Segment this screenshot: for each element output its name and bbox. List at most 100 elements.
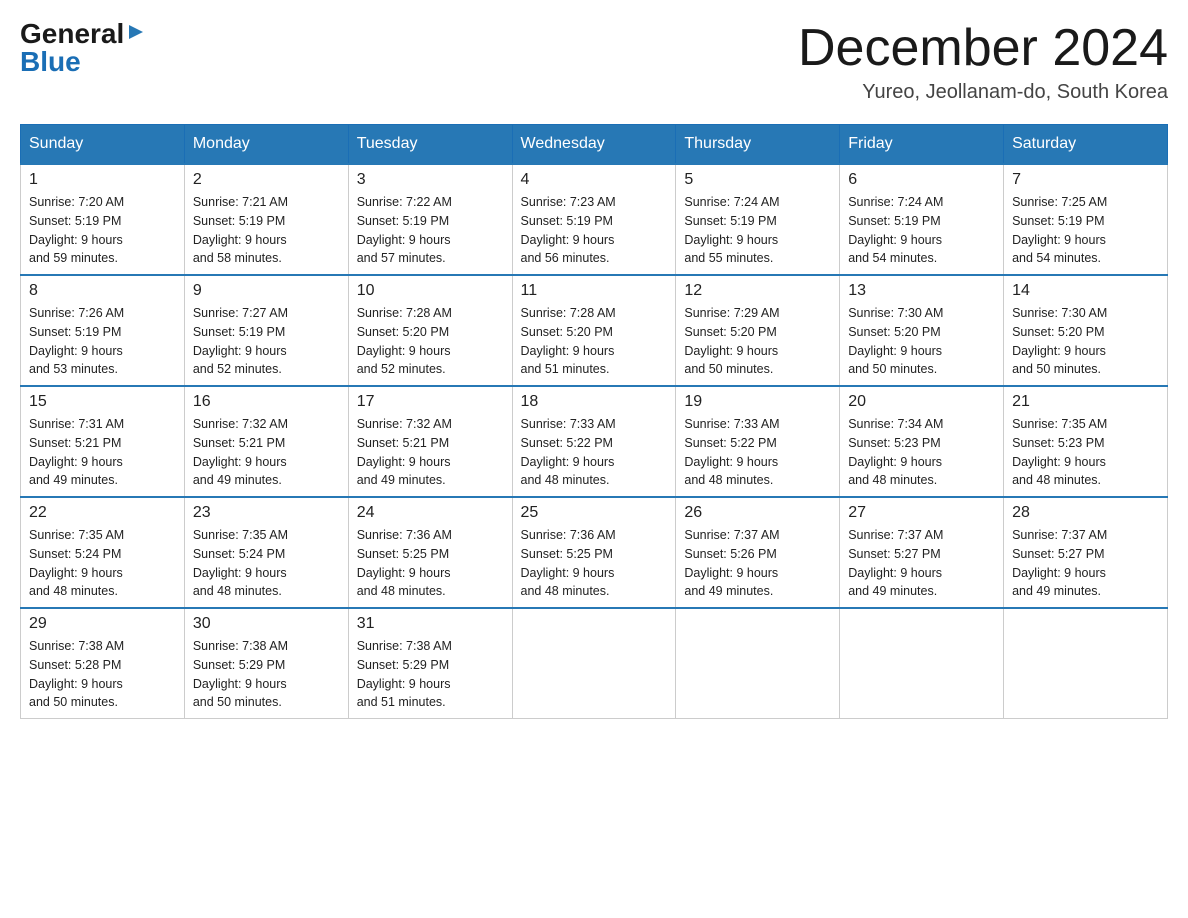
calendar-cell: 17 Sunrise: 7:32 AMSunset: 5:21 PMDaylig… bbox=[348, 386, 512, 497]
day-number: 18 bbox=[521, 393, 668, 411]
calendar-cell: 19 Sunrise: 7:33 AMSunset: 5:22 PMDaylig… bbox=[676, 386, 840, 497]
calendar-cell: 3 Sunrise: 7:22 AMSunset: 5:19 PMDayligh… bbox=[348, 164, 512, 275]
day-info: Sunrise: 7:38 AMSunset: 5:29 PMDaylight:… bbox=[193, 639, 288, 709]
calendar-cell: 24 Sunrise: 7:36 AMSunset: 5:25 PMDaylig… bbox=[348, 497, 512, 608]
day-info: Sunrise: 7:31 AMSunset: 5:21 PMDaylight:… bbox=[29, 417, 124, 487]
calendar-cell: 29 Sunrise: 7:38 AMSunset: 5:28 PMDaylig… bbox=[21, 608, 185, 719]
day-number: 2 bbox=[193, 171, 340, 189]
calendar-body: 1 Sunrise: 7:20 AMSunset: 5:19 PMDayligh… bbox=[21, 164, 1168, 719]
calendar-cell: 21 Sunrise: 7:35 AMSunset: 5:23 PMDaylig… bbox=[1004, 386, 1168, 497]
day-number: 3 bbox=[357, 171, 504, 189]
logo-general-text: General bbox=[20, 20, 124, 48]
calendar-cell: 4 Sunrise: 7:23 AMSunset: 5:19 PMDayligh… bbox=[512, 164, 676, 275]
week-row-2: 8 Sunrise: 7:26 AMSunset: 5:19 PMDayligh… bbox=[21, 275, 1168, 386]
day-number: 17 bbox=[357, 393, 504, 411]
calendar-cell: 22 Sunrise: 7:35 AMSunset: 5:24 PMDaylig… bbox=[21, 497, 185, 608]
day-info: Sunrise: 7:28 AMSunset: 5:20 PMDaylight:… bbox=[357, 306, 452, 376]
day-info: Sunrise: 7:21 AMSunset: 5:19 PMDaylight:… bbox=[193, 195, 288, 265]
calendar-cell: 14 Sunrise: 7:30 AMSunset: 5:20 PMDaylig… bbox=[1004, 275, 1168, 386]
day-info: Sunrise: 7:32 AMSunset: 5:21 PMDaylight:… bbox=[357, 417, 452, 487]
day-info: Sunrise: 7:33 AMSunset: 5:22 PMDaylight:… bbox=[521, 417, 616, 487]
day-number: 9 bbox=[193, 282, 340, 300]
day-info: Sunrise: 7:32 AMSunset: 5:21 PMDaylight:… bbox=[193, 417, 288, 487]
day-number: 24 bbox=[357, 504, 504, 522]
day-number: 26 bbox=[684, 504, 831, 522]
calendar-cell: 27 Sunrise: 7:37 AMSunset: 5:27 PMDaylig… bbox=[840, 497, 1004, 608]
day-number: 31 bbox=[357, 615, 504, 633]
header-wednesday: Wednesday bbox=[512, 125, 676, 165]
week-row-1: 1 Sunrise: 7:20 AMSunset: 5:19 PMDayligh… bbox=[21, 164, 1168, 275]
weekday-header-row: Sunday Monday Tuesday Wednesday Thursday… bbox=[21, 125, 1168, 165]
day-info: Sunrise: 7:36 AMSunset: 5:25 PMDaylight:… bbox=[357, 528, 452, 598]
day-info: Sunrise: 7:27 AMSunset: 5:19 PMDaylight:… bbox=[193, 306, 288, 376]
day-number: 10 bbox=[357, 282, 504, 300]
header-saturday: Saturday bbox=[1004, 125, 1168, 165]
calendar-cell: 25 Sunrise: 7:36 AMSunset: 5:25 PMDaylig… bbox=[512, 497, 676, 608]
day-info: Sunrise: 7:29 AMSunset: 5:20 PMDaylight:… bbox=[684, 306, 779, 376]
calendar-cell: 26 Sunrise: 7:37 AMSunset: 5:26 PMDaylig… bbox=[676, 497, 840, 608]
day-number: 6 bbox=[848, 171, 995, 189]
day-info: Sunrise: 7:35 AMSunset: 5:24 PMDaylight:… bbox=[29, 528, 124, 598]
calendar-cell: 8 Sunrise: 7:26 AMSunset: 5:19 PMDayligh… bbox=[21, 275, 185, 386]
calendar-cell: 13 Sunrise: 7:30 AMSunset: 5:20 PMDaylig… bbox=[840, 275, 1004, 386]
day-info: Sunrise: 7:30 AMSunset: 5:20 PMDaylight:… bbox=[848, 306, 943, 376]
day-number: 23 bbox=[193, 504, 340, 522]
week-row-5: 29 Sunrise: 7:38 AMSunset: 5:28 PMDaylig… bbox=[21, 608, 1168, 719]
month-title: December 2024 bbox=[798, 20, 1168, 77]
day-info: Sunrise: 7:37 AMSunset: 5:27 PMDaylight:… bbox=[848, 528, 943, 598]
week-row-3: 15 Sunrise: 7:31 AMSunset: 5:21 PMDaylig… bbox=[21, 386, 1168, 497]
calendar-cell: 6 Sunrise: 7:24 AMSunset: 5:19 PMDayligh… bbox=[840, 164, 1004, 275]
day-info: Sunrise: 7:37 AMSunset: 5:27 PMDaylight:… bbox=[1012, 528, 1107, 598]
day-number: 25 bbox=[521, 504, 668, 522]
calendar-cell bbox=[512, 608, 676, 719]
logo-triangle-icon bbox=[127, 23, 145, 46]
day-number: 30 bbox=[193, 615, 340, 633]
calendar-cell: 1 Sunrise: 7:20 AMSunset: 5:19 PMDayligh… bbox=[21, 164, 185, 275]
day-number: 4 bbox=[521, 171, 668, 189]
day-info: Sunrise: 7:35 AMSunset: 5:23 PMDaylight:… bbox=[1012, 417, 1107, 487]
calendar-cell: 12 Sunrise: 7:29 AMSunset: 5:20 PMDaylig… bbox=[676, 275, 840, 386]
day-number: 1 bbox=[29, 171, 176, 189]
day-info: Sunrise: 7:38 AMSunset: 5:29 PMDaylight:… bbox=[357, 639, 452, 709]
calendar-cell: 31 Sunrise: 7:38 AMSunset: 5:29 PMDaylig… bbox=[348, 608, 512, 719]
header-tuesday: Tuesday bbox=[348, 125, 512, 165]
calendar-cell: 15 Sunrise: 7:31 AMSunset: 5:21 PMDaylig… bbox=[21, 386, 185, 497]
day-number: 11 bbox=[521, 282, 668, 300]
calendar-cell: 11 Sunrise: 7:28 AMSunset: 5:20 PMDaylig… bbox=[512, 275, 676, 386]
day-info: Sunrise: 7:26 AMSunset: 5:19 PMDaylight:… bbox=[29, 306, 124, 376]
day-number: 27 bbox=[848, 504, 995, 522]
location-subtitle: Yureo, Jeollanam-do, South Korea bbox=[798, 81, 1168, 104]
calendar-cell: 10 Sunrise: 7:28 AMSunset: 5:20 PMDaylig… bbox=[348, 275, 512, 386]
calendar-cell: 7 Sunrise: 7:25 AMSunset: 5:19 PMDayligh… bbox=[1004, 164, 1168, 275]
header-sunday: Sunday bbox=[21, 125, 185, 165]
day-number: 7 bbox=[1012, 171, 1159, 189]
calendar-cell: 20 Sunrise: 7:34 AMSunset: 5:23 PMDaylig… bbox=[840, 386, 1004, 497]
logo-blue-text: Blue bbox=[20, 46, 81, 77]
calendar-cell bbox=[1004, 608, 1168, 719]
logo: General Blue bbox=[20, 20, 145, 76]
day-info: Sunrise: 7:36 AMSunset: 5:25 PMDaylight:… bbox=[521, 528, 616, 598]
day-info: Sunrise: 7:20 AMSunset: 5:19 PMDaylight:… bbox=[29, 195, 124, 265]
header-thursday: Thursday bbox=[676, 125, 840, 165]
calendar-cell bbox=[676, 608, 840, 719]
day-info: Sunrise: 7:23 AMSunset: 5:19 PMDaylight:… bbox=[521, 195, 616, 265]
day-number: 13 bbox=[848, 282, 995, 300]
day-number: 29 bbox=[29, 615, 176, 633]
day-info: Sunrise: 7:30 AMSunset: 5:20 PMDaylight:… bbox=[1012, 306, 1107, 376]
day-number: 15 bbox=[29, 393, 176, 411]
day-info: Sunrise: 7:24 AMSunset: 5:19 PMDaylight:… bbox=[684, 195, 779, 265]
day-number: 12 bbox=[684, 282, 831, 300]
day-info: Sunrise: 7:37 AMSunset: 5:26 PMDaylight:… bbox=[684, 528, 779, 598]
calendar-cell: 16 Sunrise: 7:32 AMSunset: 5:21 PMDaylig… bbox=[184, 386, 348, 497]
day-number: 22 bbox=[29, 504, 176, 522]
day-info: Sunrise: 7:38 AMSunset: 5:28 PMDaylight:… bbox=[29, 639, 124, 709]
day-number: 14 bbox=[1012, 282, 1159, 300]
page-header: General Blue December 2024 Yureo, Jeolla… bbox=[20, 20, 1168, 104]
title-section: December 2024 Yureo, Jeollanam-do, South… bbox=[798, 20, 1168, 104]
calendar-cell: 30 Sunrise: 7:38 AMSunset: 5:29 PMDaylig… bbox=[184, 608, 348, 719]
day-info: Sunrise: 7:35 AMSunset: 5:24 PMDaylight:… bbox=[193, 528, 288, 598]
day-number: 20 bbox=[848, 393, 995, 411]
calendar-cell: 18 Sunrise: 7:33 AMSunset: 5:22 PMDaylig… bbox=[512, 386, 676, 497]
header-friday: Friday bbox=[840, 125, 1004, 165]
day-info: Sunrise: 7:28 AMSunset: 5:20 PMDaylight:… bbox=[521, 306, 616, 376]
